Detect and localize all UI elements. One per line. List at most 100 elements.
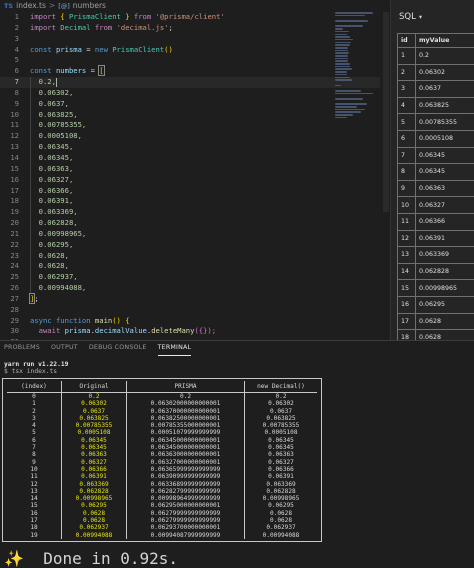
panel-tabs: PROBLEMS OUTPUT DEBUG CONSOLE TERMINAL xyxy=(0,341,474,355)
minimap-line xyxy=(335,20,368,22)
code-line[interactable]: 1import { PrismaClient } from '@prisma/c… xyxy=(0,12,380,23)
column-header-id[interactable]: id xyxy=(398,34,416,48)
code-line[interactable]: 15 0.06363, xyxy=(0,164,380,175)
minimap-line xyxy=(335,85,341,87)
code-line[interactable]: 28 xyxy=(0,305,380,316)
console-header-index: (index) xyxy=(7,381,62,393)
code-token: 0.06366, xyxy=(39,186,74,195)
sql-panel-title: SQL xyxy=(399,12,416,22)
table-row[interactable]: 40.063825 xyxy=(398,97,474,114)
code-line[interactable]: 5 xyxy=(0,55,380,66)
code-line[interactable]: 30 await prisma.decimalValue.deleteMany(… xyxy=(0,326,380,337)
code-line[interactable]: 9 0.0637, xyxy=(0,99,380,110)
code-line[interactable]: 2import Decimal from 'decimal.js'; xyxy=(0,23,380,34)
table-row[interactable]: 140.062828 xyxy=(398,263,474,280)
code-line[interactable]: 16 0.06327, xyxy=(0,175,380,186)
cell-id: 6 xyxy=(398,130,416,147)
cell-decimal: 0.00998965 xyxy=(245,495,318,502)
table-row[interactable]: 30.0637 xyxy=(398,81,474,98)
cell-original: 0.063825 xyxy=(62,415,127,422)
cell-original: 0.06345 xyxy=(62,437,127,444)
bottom-panel: PROBLEMS OUTPUT DEBUG CONSOLE TERMINAL y… xyxy=(0,340,474,563)
table-row[interactable]: 70.06345 xyxy=(398,147,474,164)
code-line[interactable]: 8 0.06302, xyxy=(0,88,380,99)
table-row[interactable]: 130.063369 xyxy=(398,247,474,264)
table-row[interactable]: 150.00998965 xyxy=(398,280,474,297)
column-header-myvalue[interactable]: myValue xyxy=(416,34,474,48)
chevron-down-icon[interactable]: ▾ xyxy=(419,13,422,21)
code-line[interactable]: 13 0.06345, xyxy=(0,142,380,153)
code-token: await xyxy=(39,326,61,335)
console-row: 190.009940880.009940879999999990.0099408… xyxy=(7,532,317,539)
table-row[interactable]: 120.06391 xyxy=(398,230,474,247)
code-line[interactable]: 17 0.06366, xyxy=(0,186,380,197)
code-line[interactable]: 3 xyxy=(0,34,380,45)
tab-problems[interactable]: PROBLEMS xyxy=(4,341,40,355)
code-line[interactable]: 27]; xyxy=(0,294,380,305)
console-row: 160.06280.062799999999999990.0628 xyxy=(7,510,317,517)
table-row[interactable]: 80.06345 xyxy=(398,164,474,181)
table-row[interactable]: 50.00785355 xyxy=(398,114,474,131)
code-token: 0.0005108, xyxy=(39,131,82,140)
code-line[interactable]: 26 0.00994088, xyxy=(0,283,380,294)
code-editor[interactable]: TSindex.ts>[@]numbers 1import { PrismaCl… xyxy=(0,0,390,340)
sql-panel-header[interactable]: SQL ▾ xyxy=(391,0,474,33)
terminal-line: $ tsx index.ts xyxy=(4,368,470,375)
cell-myvalue: 0.06363 xyxy=(416,180,474,197)
cell-original: 0.0628 xyxy=(62,510,127,517)
code-token: decimalValue xyxy=(95,326,147,335)
breadcrumb-symbol[interactable]: numbers xyxy=(73,1,106,10)
tab-debug-console[interactable]: DEBUG CONSOLE xyxy=(89,341,147,355)
table-row[interactable]: 100.06327 xyxy=(398,197,474,214)
cell-index: 0 xyxy=(7,393,62,401)
table-row[interactable]: 170.0628 xyxy=(398,313,474,330)
code-line[interactable]: 22 0.06295, xyxy=(0,240,380,251)
cell-prisma: 0.2 xyxy=(127,393,245,401)
cell-decimal: 0.062828 xyxy=(245,488,318,495)
code-line[interactable]: 10 0.063825, xyxy=(0,110,380,121)
cell-index: 5 xyxy=(7,429,62,436)
code-text: 0.06302, xyxy=(30,88,73,99)
table-row[interactable]: 160.06295 xyxy=(398,296,474,313)
cell-decimal: 0.063369 xyxy=(245,481,318,488)
table-row[interactable]: 110.06366 xyxy=(398,213,474,230)
code-line[interactable]: 19 0.063369, xyxy=(0,207,380,218)
tab-terminal[interactable]: TERMINAL xyxy=(158,341,192,356)
line-number: 4 xyxy=(0,45,19,56)
code-text: 0.06391, xyxy=(30,196,73,207)
code-token: 0.06345, xyxy=(39,153,74,162)
code-line[interactable]: 6const numbers = [ xyxy=(0,66,380,77)
minimap[interactable] xyxy=(335,12,380,122)
code-line[interactable]: 24 0.0628, xyxy=(0,261,380,272)
code-line[interactable]: 18 0.06391, xyxy=(0,196,380,207)
console-row: 80.063630.063630000000000010.06363 xyxy=(7,451,317,458)
code-line[interactable]: 11 0.00785355, xyxy=(0,120,380,131)
code-text: 0.00994088, xyxy=(30,283,86,294)
code-line[interactable]: 12 0.0005108, xyxy=(0,131,380,142)
table-row[interactable]: 20.06302 xyxy=(398,64,474,81)
code-line[interactable]: 25 0.062937, xyxy=(0,272,380,283)
terminal-output[interactable]: yarn run v1.22.19 $ tsx index.ts xyxy=(4,361,470,376)
tab-output[interactable]: OUTPUT xyxy=(51,341,78,355)
cell-decimal: 0.0637 xyxy=(245,408,318,415)
cell-id: 16 xyxy=(398,296,416,313)
code-line[interactable]: 29async function main() { xyxy=(0,316,380,327)
code-line[interactable]: 7 0.2, xyxy=(0,77,380,88)
cell-original: 0.00785355 xyxy=(62,422,127,429)
code-line[interactable]: 23 0.0628, xyxy=(0,251,380,262)
minimap-line xyxy=(335,52,349,54)
table-row[interactable]: 10.2 xyxy=(398,48,474,65)
code-line[interactable]: 20 0.062828, xyxy=(0,218,380,229)
code-line[interactable]: 4const prisma = new PrismaClient() xyxy=(0,45,380,56)
console-row: 140.009989650.009989649999999990.0099896… xyxy=(7,495,317,502)
cell-decimal: 0.06327 xyxy=(245,459,318,466)
table-row[interactable]: 60.0005108 xyxy=(398,130,474,147)
editor-scrollbar[interactable] xyxy=(383,12,389,212)
code-line[interactable]: 14 0.06345, xyxy=(0,153,380,164)
table-row[interactable]: 90.06363 xyxy=(398,180,474,197)
cell-myvalue: 0.063825 xyxy=(416,97,474,114)
code-line[interactable]: 21 0.00998965, xyxy=(0,229,380,240)
breadcrumb-file[interactable]: index.ts xyxy=(16,1,46,10)
console-header-decimal: new Decimal() xyxy=(245,381,318,393)
cell-index: 18 xyxy=(7,524,62,531)
